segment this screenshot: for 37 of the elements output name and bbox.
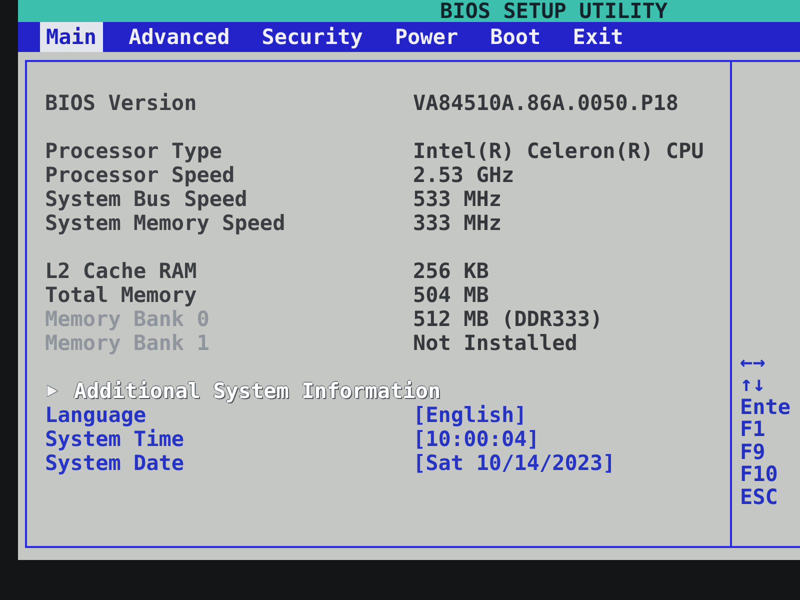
row-value: 256 KB	[413, 259, 489, 283]
key-hint: F1	[740, 418, 766, 440]
row-value: 512 MB (DDR333)	[413, 307, 603, 331]
row-label: BIOS Version	[45, 91, 197, 115]
row-label: L2 Cache RAM	[45, 259, 197, 283]
window-title: BIOS SETUP UTILITY	[440, 0, 668, 22]
menu-tab[interactable]: Advanced	[122, 22, 236, 52]
row-label: System Bus Speed	[45, 187, 248, 211]
key-hint: F9	[740, 440, 766, 463]
menu-tab[interactable]: Boot	[484, 22, 547, 52]
setting-label[interactable]: System Time	[45, 427, 184, 451]
setting-label[interactable]: Language	[45, 403, 146, 427]
menu-tab[interactable]: Power	[388, 22, 464, 52]
row-value: Intel(R) Celeron(R) CPU	[413, 139, 704, 163]
key-hint: ESC	[740, 486, 778, 508]
key-hint: F10	[740, 463, 778, 486]
menu-tab[interactable]: Exit	[566, 22, 630, 52]
row-value: 533 MHz	[413, 187, 502, 211]
row-label: Processor Type	[45, 139, 222, 163]
menu-tab[interactable]: Security	[256, 22, 369, 52]
setting-label[interactable]: System Date	[45, 451, 184, 475]
setting-value[interactable]: [Sat 10/14/2023]	[413, 451, 616, 475]
key-hint: Ente	[740, 396, 791, 418]
row-value: Not Installed	[413, 331, 578, 355]
row-value: 2.53 GHz	[413, 163, 514, 187]
setting-value[interactable]: [10:00:04]	[413, 427, 540, 451]
triangle-right-icon	[47, 385, 58, 397]
setting-value[interactable]: [English]	[413, 403, 527, 427]
key-hint: ↑↓	[740, 373, 766, 396]
row-label: Total Memory	[45, 283, 197, 307]
row-value: 504 MB	[413, 283, 489, 307]
key-hint: ←→	[740, 350, 766, 373]
row-label: System Memory Speed	[45, 211, 286, 235]
menu-tab[interactable]: Main	[40, 22, 103, 52]
row-value: VA84510A.86A.0050.P18	[413, 91, 679, 115]
row-label: Processor Speed	[45, 163, 235, 187]
row-value: 333 MHz	[413, 211, 502, 235]
